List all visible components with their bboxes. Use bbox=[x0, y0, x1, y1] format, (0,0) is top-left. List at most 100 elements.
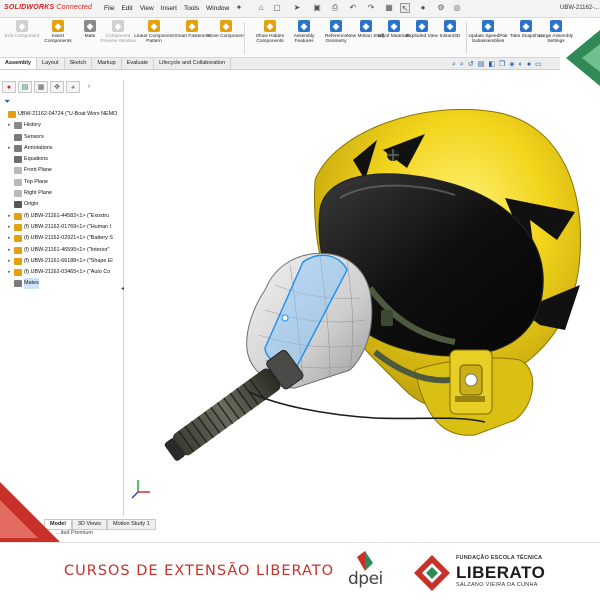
zoom-area-icon[interactable]: ⌕ bbox=[460, 60, 464, 69]
tree-node[interactable]: Front Plane bbox=[2, 165, 124, 176]
tree-node[interactable]: ▸ History bbox=[2, 120, 124, 131]
collapse-panel-icon[interactable]: ◂ bbox=[121, 285, 124, 292]
move-component-button[interactable]: ◆ Move Component bbox=[206, 20, 246, 39]
home-icon[interactable]: ⌂ bbox=[256, 3, 266, 13]
part-icon bbox=[14, 246, 22, 254]
menu-view[interactable]: View bbox=[140, 5, 154, 12]
oxygen-hose bbox=[164, 349, 304, 461]
view-orientation-icon[interactable]: ❒ bbox=[499, 60, 505, 69]
pin-icon[interactable]: ✦ bbox=[234, 3, 244, 13]
tree-node[interactable]: ▸ (f) UBW-21162-01769<1> ("Human I bbox=[2, 222, 124, 233]
tree-node-label: Equations bbox=[24, 156, 48, 163]
zoom-to-fit-icon[interactable]: ⌕ bbox=[452, 60, 456, 69]
visor-knob bbox=[387, 149, 399, 161]
tab-3d-views[interactable]: 3D Views bbox=[71, 519, 108, 530]
liberato-foundation-text: FUNDAÇÃO ESCOLA TÉCNICA bbox=[456, 555, 543, 561]
tree-node[interactable]: Equations bbox=[2, 154, 124, 165]
tree-node[interactable]: Sensors bbox=[2, 132, 124, 143]
ribbon-label: Assembly Features bbox=[293, 34, 315, 45]
tree-node[interactable]: Top Plane bbox=[2, 177, 124, 188]
liberato-name: LIBERATO bbox=[456, 563, 546, 582]
graphics-area[interactable] bbox=[125, 70, 600, 516]
speedpak-button[interactable]: ◆ Update SpeedPak Subassemblies bbox=[468, 20, 508, 45]
helmet-model[interactable] bbox=[125, 70, 600, 516]
save-icon[interactable]: ▣ bbox=[312, 3, 322, 13]
screen: SOLIDWORKS Connected File Edit View Insert T… bbox=[0, 0, 600, 600]
select-icon[interactable]: ▦ bbox=[384, 3, 394, 13]
tree-node-label: (f) UBW-21162-03465<1> ("Auto Co bbox=[24, 269, 111, 276]
instant3d-button[interactable]: ◆ Instant3D bbox=[430, 20, 470, 39]
tab-evaluate[interactable]: Evaluate bbox=[122, 58, 155, 69]
tree-node-label: Origin bbox=[24, 201, 39, 208]
menu-tools[interactable]: Tools bbox=[184, 5, 199, 12]
tree-node[interactable]: Mates bbox=[2, 278, 124, 290]
speedpak-icon: ◆ bbox=[482, 20, 494, 32]
dynamic-annotation-icon[interactable]: ◧ bbox=[488, 60, 495, 69]
tab-sketch[interactable]: Sketch bbox=[65, 58, 93, 69]
menu-window[interactable]: Window bbox=[206, 5, 229, 12]
linear-pattern-icon: ◆ bbox=[148, 20, 160, 32]
corner-decoration-green bbox=[566, 30, 600, 86]
options-icon[interactable]: ⚙ bbox=[436, 3, 446, 13]
settings-icon[interactable]: ◎ bbox=[452, 3, 462, 13]
tree-node-label: Annotations bbox=[24, 144, 53, 151]
tab-layout[interactable]: Layout bbox=[37, 58, 65, 69]
linear-pattern-button[interactable]: ◆ Linear Component Pattern bbox=[134, 20, 174, 45]
origin-icon bbox=[14, 201, 22, 209]
section-view-icon[interactable]: ▤ bbox=[478, 60, 485, 69]
menu-edit[interactable]: Edit bbox=[121, 5, 132, 12]
tab-assembly[interactable]: Assembly bbox=[0, 58, 37, 69]
axis-triad-icon bbox=[131, 480, 150, 499]
menu-insert[interactable]: Insert bbox=[161, 5, 177, 12]
rebuild-icon[interactable]: ● bbox=[418, 3, 428, 13]
tree-node-label: (f) UBW-21162-01769<1> ("Human I bbox=[24, 223, 112, 230]
preview-window-button[interactable]: ◆ Component Preview Window bbox=[98, 20, 138, 45]
display-manager-tab-icon[interactable]: ◕ bbox=[66, 81, 80, 93]
part-icon bbox=[14, 257, 22, 265]
tree-node[interactable]: ▸ (f) UBW-21161-44582<1> ("Exostru bbox=[2, 211, 124, 222]
ribbon-label: Component Preview Window bbox=[100, 34, 136, 45]
dimxpert-tab-icon[interactable]: ✥ bbox=[50, 81, 64, 93]
tab-markup[interactable]: Markup bbox=[92, 58, 122, 69]
ribbon-label: Instant3D bbox=[439, 34, 461, 39]
tree-node[interactable]: ▸ (f) UBW-21162-02921<1> ("Battery S bbox=[2, 233, 124, 244]
motion-study-icon: ◆ bbox=[360, 20, 372, 32]
property-manager-tab-icon[interactable]: ▤ bbox=[18, 81, 32, 93]
display-style-icon[interactable]: ◈ bbox=[509, 60, 514, 69]
corner-decoration-red bbox=[0, 482, 60, 542]
previous-view-icon[interactable]: ↺ bbox=[468, 60, 474, 69]
ribbon-separator bbox=[244, 22, 245, 54]
edit-component-button[interactable]: ◆ Edit Component bbox=[2, 20, 42, 39]
ribbon-label: Reference Geometry bbox=[324, 34, 348, 45]
tree-node[interactable]: ▸ (f) UBW-21161-46595<1> ("Interior" bbox=[2, 245, 124, 256]
redo-icon[interactable]: ↷ bbox=[366, 3, 376, 13]
ribbon-label: Linear Component Pattern bbox=[134, 34, 174, 45]
scene-icon[interactable]: ▭ bbox=[535, 60, 542, 69]
feature-manager-tab-icon[interactable]: ● bbox=[2, 81, 16, 93]
mate-icon: ◆ bbox=[84, 20, 96, 32]
smart-fasteners-icon: ◆ bbox=[186, 20, 198, 32]
tree-node[interactable]: Right Plane bbox=[2, 188, 124, 199]
tree-node[interactable]: Origin bbox=[2, 199, 124, 210]
tree-node[interactable]: ▸ (f) UBW-21162-03465<1> ("Auto Co bbox=[2, 267, 124, 278]
tab-motion-study-1[interactable]: Motion Study 1 bbox=[107, 519, 156, 530]
menu-file[interactable]: File bbox=[104, 5, 114, 12]
tab-lifecycle-and-collaboration[interactable]: Lifecycle and Collaboration bbox=[154, 58, 232, 69]
part-icon bbox=[14, 212, 22, 220]
plane-icon bbox=[14, 167, 22, 175]
new-document-icon[interactable]: ▢ bbox=[272, 3, 282, 13]
tree-node[interactable]: ▸ Annotations bbox=[2, 143, 124, 154]
configuration-manager-tab-icon[interactable]: ▦ bbox=[34, 81, 48, 93]
appearance-icon[interactable]: ● bbox=[527, 60, 531, 69]
tree-node[interactable]: UBW-21162-04724 ("U-Boat Worx NEMO bbox=[2, 109, 124, 120]
plane-icon bbox=[14, 190, 22, 198]
hide-show-icon[interactable]: ◐ bbox=[519, 60, 523, 69]
tree-node[interactable]: ▸ (f) UBW-21161-66188<1> ("Shape El bbox=[2, 256, 124, 267]
pointer-icon[interactable]: ↖ bbox=[400, 3, 410, 13]
undo-icon[interactable]: ↶ bbox=[348, 3, 358, 13]
open-icon[interactable]: ➤ bbox=[292, 3, 302, 13]
expand-tabs-icon[interactable]: › bbox=[82, 81, 96, 93]
filter-icon[interactable]: ⏷ bbox=[4, 97, 10, 107]
print-icon[interactable]: ⎙ bbox=[330, 3, 340, 13]
instant3d-icon: ◆ bbox=[444, 20, 456, 32]
